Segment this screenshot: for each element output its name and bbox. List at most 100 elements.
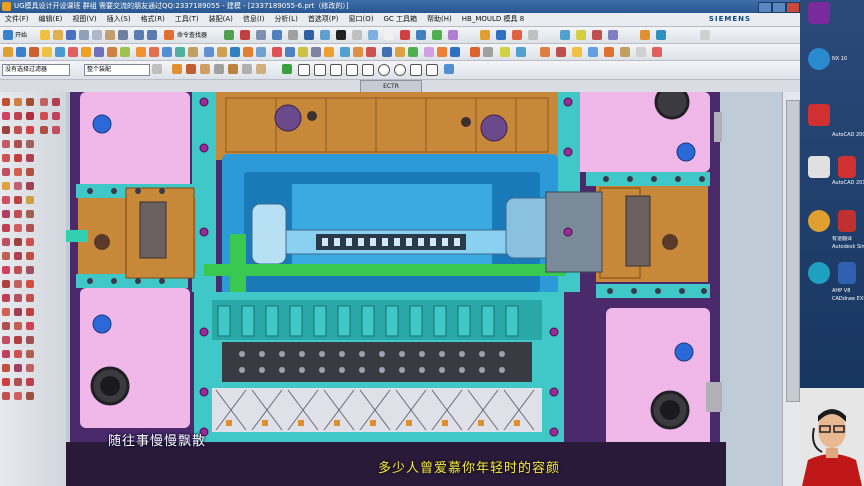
snap-perp-icon[interactable]	[346, 64, 358, 76]
vertical-scrollbar[interactable]	[782, 92, 800, 486]
snap-line-icon[interactable]	[298, 64, 310, 76]
tool6-icon[interactable]	[26, 126, 34, 134]
tool11-icon[interactable]	[14, 154, 22, 162]
gate-icon[interactable]	[576, 30, 586, 40]
snap-intersect-icon[interactable]	[214, 64, 224, 74]
desktop-icon-simulation[interactable]	[838, 210, 856, 232]
subtract-icon[interactable]	[107, 47, 117, 57]
undo-icon[interactable]	[134, 30, 144, 40]
tool42-icon[interactable]	[26, 294, 34, 302]
copy-icon[interactable]	[92, 30, 102, 40]
desktop-icon-youdao[interactable]	[808, 210, 830, 232]
tool45-icon[interactable]	[26, 308, 34, 316]
datum-plane-icon[interactable]	[298, 47, 308, 57]
sequence-icon[interactable]	[620, 47, 630, 57]
wave-link-icon[interactable]	[437, 47, 447, 57]
pocket-icon[interactable]	[68, 47, 78, 57]
tool10-icon[interactable]	[2, 154, 10, 162]
tool35-icon[interactable]	[14, 266, 22, 274]
assembly-constraint-icon[interactable]	[450, 47, 460, 57]
menu-info[interactable]: 信息(I)	[238, 13, 270, 26]
tool41-icon[interactable]	[14, 294, 22, 302]
spline-icon[interactable]	[366, 47, 376, 57]
tool68-icon[interactable]	[40, 126, 48, 134]
revolve-icon[interactable]	[29, 47, 39, 57]
tool9-icon[interactable]	[26, 140, 34, 148]
tool5-icon[interactable]	[14, 126, 22, 134]
hole-icon[interactable]	[42, 47, 52, 57]
cooling-icon[interactable]	[560, 30, 570, 40]
tool36-icon[interactable]	[26, 266, 34, 274]
menu-preferences[interactable]: 首选项(P)	[303, 13, 344, 26]
tool1-icon[interactable]	[2, 112, 10, 120]
chamfer-icon[interactable]	[149, 47, 159, 57]
cut-icon[interactable]	[79, 30, 89, 40]
tool20-icon[interactable]	[14, 196, 22, 204]
menu-help[interactable]: 帮助(H)	[422, 13, 457, 26]
tool22-icon[interactable]	[2, 210, 10, 218]
clearance-icon[interactable]	[516, 47, 526, 57]
tool54-icon[interactable]	[26, 350, 34, 358]
pattern-icon[interactable]	[230, 47, 240, 57]
tool46-icon[interactable]	[2, 322, 10, 330]
point-icon[interactable]	[324, 47, 334, 57]
tool58-icon[interactable]	[2, 378, 10, 386]
snap-quadrant-icon[interactable]	[242, 64, 252, 74]
mold-base-icon[interactable]	[512, 30, 522, 40]
fit-icon[interactable]	[272, 30, 282, 40]
tool7-icon[interactable]	[2, 140, 10, 148]
tool18-icon[interactable]	[26, 182, 34, 190]
drawing-icon[interactable]	[656, 30, 666, 40]
orient-icon[interactable]	[256, 30, 266, 40]
tool32-icon[interactable]	[14, 252, 22, 260]
menu-analysis[interactable]: 分析(L)	[269, 13, 302, 26]
tool40-icon[interactable]	[2, 294, 10, 302]
tool30-icon[interactable]	[26, 238, 34, 246]
snap-tangent-icon[interactable]	[330, 64, 342, 76]
delete-icon[interactable]	[118, 30, 128, 40]
zoom-icon[interactable]	[288, 30, 298, 40]
tool31-icon[interactable]	[2, 252, 10, 260]
desktop-icon-caddraw[interactable]	[838, 262, 856, 284]
runner-icon[interactable]	[592, 30, 602, 40]
tool52-icon[interactable]	[2, 350, 10, 358]
snap-line2-icon[interactable]	[314, 64, 326, 76]
tool38-icon[interactable]	[14, 280, 22, 288]
tool69-icon[interactable]	[52, 126, 60, 134]
tool14-icon[interactable]	[14, 168, 22, 176]
tool61-icon[interactable]	[2, 392, 10, 400]
menu-window[interactable]: 窗口(O)	[344, 13, 379, 26]
menu-assembly[interactable]: 装配(A)	[204, 13, 238, 26]
menu-hb-mould[interactable]: HB_MOULD 模具 8	[457, 13, 529, 26]
shaded-icon[interactable]	[320, 30, 330, 40]
extrude-icon[interactable]	[16, 47, 26, 57]
tool28-icon[interactable]	[2, 238, 10, 246]
measure-icon[interactable]	[384, 30, 394, 40]
tool57-icon[interactable]	[26, 364, 34, 372]
rotate-icon[interactable]	[304, 30, 314, 40]
delete-face-icon[interactable]	[285, 47, 295, 57]
arc-icon[interactable]	[353, 47, 363, 57]
tool50-icon[interactable]	[14, 336, 22, 344]
desktop-icon-autocad-2008[interactable]	[808, 104, 830, 126]
redo-icon[interactable]	[147, 30, 157, 40]
tool29-icon[interactable]	[14, 238, 22, 246]
snap-end-icon[interactable]	[172, 64, 182, 74]
offset-icon[interactable]	[188, 47, 198, 57]
tool65-icon[interactable]	[52, 98, 60, 106]
tool21-icon[interactable]	[26, 196, 34, 204]
wcs-icon[interactable]	[240, 30, 250, 40]
snap-circle2-icon[interactable]	[394, 64, 406, 76]
bom-icon[interactable]	[640, 30, 650, 40]
menu-format[interactable]: 格式(R)	[136, 13, 170, 26]
desktop-icon-autocad-2016[interactable]	[838, 156, 856, 178]
mold-tools-icon[interactable]	[496, 30, 506, 40]
menu-gc-toolbox[interactable]: GC 工具箱	[378, 13, 422, 26]
selection-scope-combo[interactable]: 整个装配	[84, 64, 150, 76]
tool16-icon[interactable]	[2, 182, 10, 190]
snap-point-icon[interactable]	[256, 64, 266, 74]
pad-icon[interactable]	[81, 47, 91, 57]
tool44-icon[interactable]	[14, 308, 22, 316]
edge-blend-icon[interactable]	[136, 47, 146, 57]
selection-filter-combo[interactable]: 没有选择过滤器	[2, 64, 70, 76]
